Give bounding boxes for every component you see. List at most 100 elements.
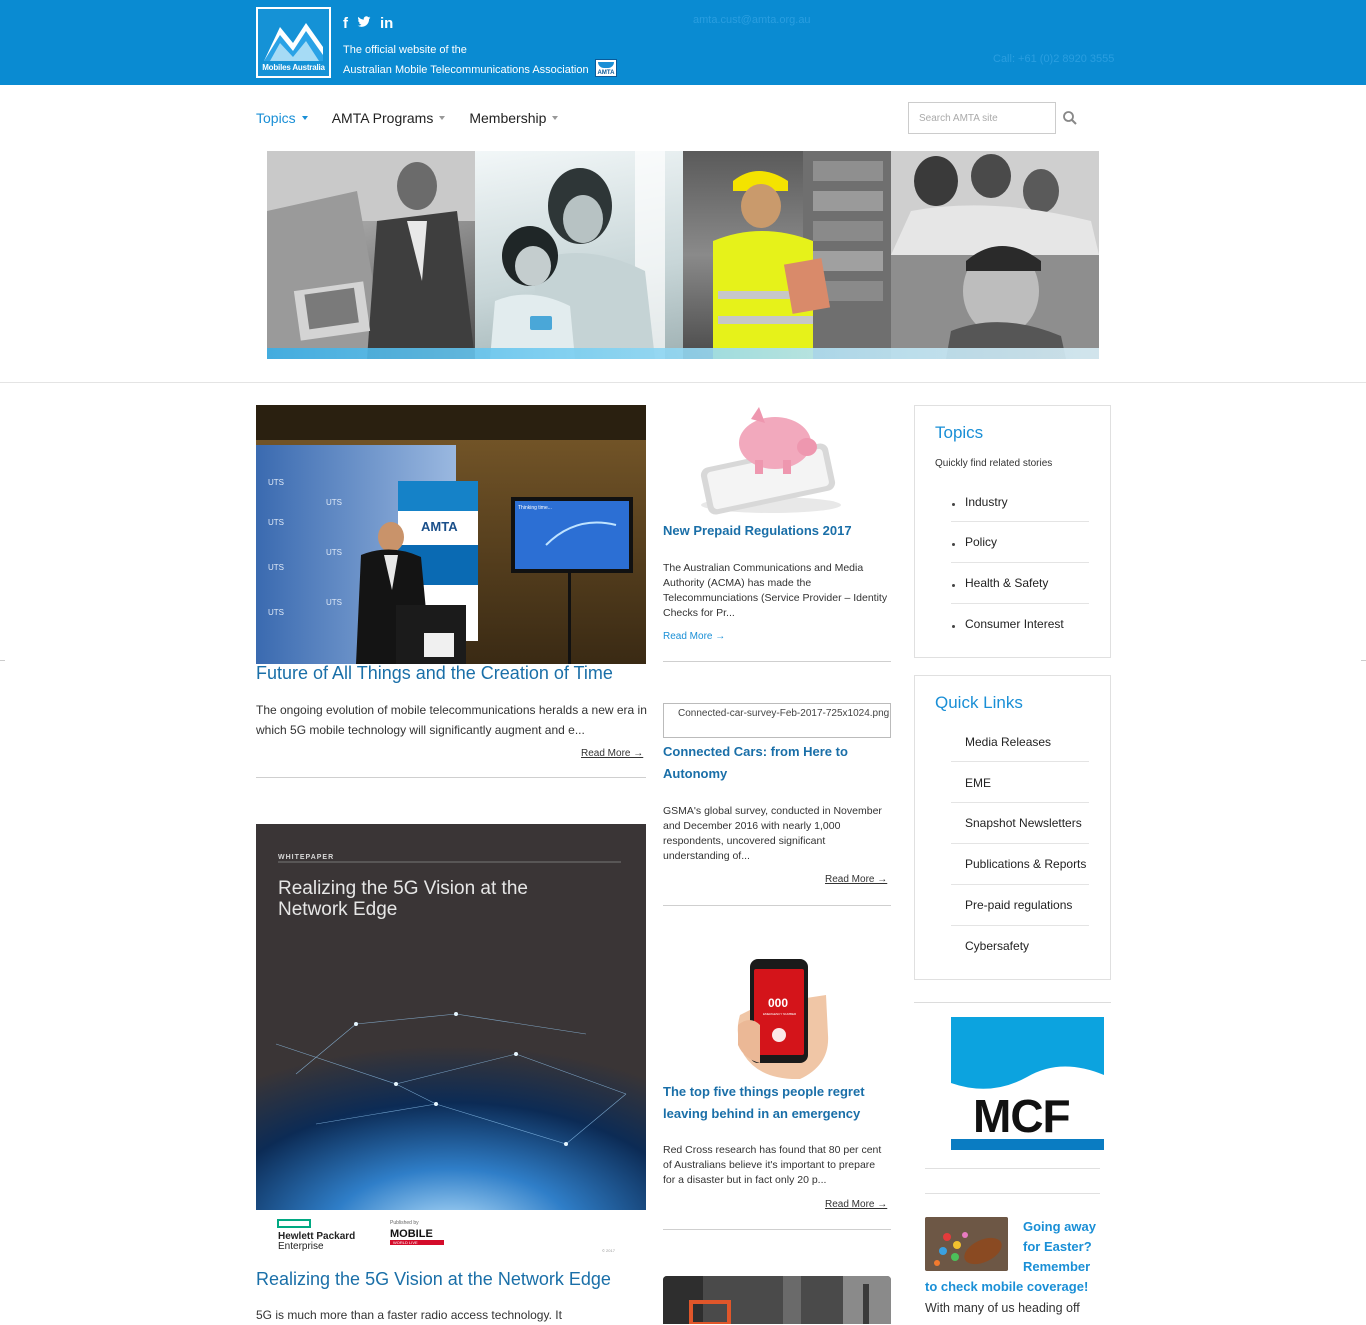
divider [925,1193,1100,1194]
divider [951,562,1089,563]
svg-text:UTS: UTS [268,608,284,617]
feature-read-more-link[interactable]: Read More → [581,748,643,759]
quick-links-widget: Quick Links Media Releases EME Snapshot … [914,675,1111,980]
banner-family-photo [475,151,683,359]
divider [951,884,1089,885]
whitepaper-article-excerpt: 5G is much more than a faster radio acce… [256,1308,562,1322]
nav-amta-programs[interactable]: AMTA Programs [332,110,446,126]
emergency-phone-image[interactable]: 000 EMERGENCY NUMBER [730,955,834,1080]
hpe-logo-line-2: Enterprise [278,1241,324,1252]
article-excerpt-emergency: Red Cross research has found that 80 per… [663,1144,882,1186]
broken-image-placeholder[interactable]: Connected-car-survey-Feb-2017-725x1024.p… [663,703,891,738]
topic-link-health-safety[interactable]: Health & Safety [965,576,1048,590]
bullet-icon [952,543,955,546]
topics-widget-title: Topics [935,423,984,442]
topic-link-consumer-interest[interactable]: Consumer Interest [965,617,1064,631]
mcf-logo-text: MCF [973,1090,1070,1142]
article-excerpt-connected-cars: GSMA's global survey, conducted in Novem… [663,805,882,862]
phone-screen-sub: EMERGENCY NUMBER [763,1012,797,1016]
whitepaper-article-title[interactable]: Realizing the 5G Vision at the Network E… [256,1269,611,1290]
svg-text:UTS: UTS [326,548,342,557]
uts-wall-text: UTS [268,478,284,487]
article-title-prepaid[interactable]: New Prepaid Regulations 2017 [663,520,893,542]
mobiles-australia-logo-icon [264,23,323,61]
divider [914,1002,1111,1003]
read-more-emergency[interactable]: Read More → [825,1199,887,1210]
broken-image-alt: Connected-car-survey-Feb-2017-725x1024.p… [678,708,890,719]
divider [663,905,891,906]
hero-banner [267,151,1099,359]
banner-young-people-photo [891,151,1099,359]
whitepaper-cover-title-2: Network Edge [278,899,397,920]
read-more-prepaid[interactable]: Read More → [663,631,725,642]
top-header-bar: Mobiles Australia f in The official webs… [0,0,1366,85]
bullet-icon [952,584,955,587]
svg-text:UTS: UTS [268,518,284,527]
easter-excerpt: With many of us heading off [925,1301,1080,1315]
topic-link-industry[interactable]: Industry [965,495,1008,509]
phone-screen-000: 000 [768,996,788,1010]
easter-title-line-3[interactable]: Remember [1023,1257,1090,1277]
quick-link-media-releases[interactable]: Media Releases [965,735,1051,749]
nav-topics[interactable]: Topics [256,110,308,126]
svg-text:UTS: UTS [268,563,284,572]
easter-title-line-2[interactable]: for Easter? [1023,1237,1092,1257]
article-title-emergency[interactable]: The top five things people regret leavin… [663,1081,893,1125]
search-input[interactable] [908,102,1056,134]
nav-topics-label: Topics [256,110,296,126]
search-icon[interactable] [1062,110,1078,126]
quick-link-eme[interactable]: EME [965,776,991,790]
divider [951,521,1089,522]
quick-link-cybersafety[interactable]: Cybersafety [965,939,1029,953]
easter-eggs-image[interactable] [925,1217,1008,1271]
topic-link-policy[interactable]: Policy [965,535,997,549]
amta-badge-icon: AMTA [595,59,617,77]
linkedin-icon[interactable]: in [380,15,393,34]
site-logo[interactable]: Mobiles Australia [256,7,331,78]
social-links: f in [343,15,393,34]
tagline-line-1: The official website of the [343,44,467,56]
whitepaper-cover-title-1: Realizing the 5G Vision at the [278,878,528,899]
piggy-bank-image[interactable] [663,405,891,517]
divider [951,925,1089,926]
divider [256,777,646,778]
bullet-icon [952,503,955,506]
article-excerpt-prepaid: The Australian Communications and Media … [663,562,888,619]
whitepaper-label: WHITEPAPER [278,854,334,861]
banner-accent-stripe [267,348,1099,359]
divider [951,603,1089,604]
chevron-down-icon [552,116,559,120]
logo-text: Mobiles Australia [262,63,325,72]
svg-text:UTS: UTS [326,498,342,507]
article-title-connected-cars[interactable]: Connected Cars: from Here to Autonomy [663,741,893,785]
feature-article-title[interactable]: Future of All Things and the Creation of… [256,663,613,684]
nav-membership[interactable]: Membership [469,110,559,126]
edge-marker [1361,660,1366,665]
contact-phone: Call: +61 (0)2 8920 3555 [993,53,1115,65]
tagline-line-2: Australian Mobile Telecommunications Ass… [343,64,589,76]
quick-links-title: Quick Links [935,693,1023,712]
easter-title-line-4[interactable]: to check mobile coverage! [925,1277,1088,1297]
feature-article-image[interactable]: UTS UTS UTS UTS UTS UTS UTS AMTA Thinkin… [256,405,646,664]
topics-widget-subtitle: Quickly find related stories [935,458,1053,469]
screen-text: Thinking time... [518,505,552,511]
article-image-4[interactable] [663,1276,891,1324]
mcf-logo[interactable]: MCF [951,1017,1104,1150]
chevron-down-icon [439,116,446,120]
quick-link-prepaid-regulations[interactable]: Pre-paid regulations [965,898,1072,912]
publisher-logo: MOBILE [390,1228,433,1240]
quick-link-publications-reports[interactable]: Publications & Reports [965,857,1086,871]
twitter-icon[interactable] [357,15,371,34]
easter-title-line-1[interactable]: Going away [1023,1217,1096,1237]
whitepaper-cover-image[interactable]: WHITEPAPER Realizing the 5G Vision at th… [256,824,646,1258]
divider [663,661,891,662]
chevron-down-icon [301,116,308,120]
nav-membership-label: Membership [469,110,547,126]
section-divider [0,382,1366,383]
contact-email-link[interactable]: amta.cust@amta.org.au [693,14,811,26]
facebook-icon[interactable]: f [343,15,348,34]
read-more-connected-cars[interactable]: Read More → [825,874,887,885]
divider [951,843,1089,844]
quick-link-snapshot-newsletters[interactable]: Snapshot Newsletters [965,816,1082,830]
svg-text:UTS: UTS [326,598,342,607]
